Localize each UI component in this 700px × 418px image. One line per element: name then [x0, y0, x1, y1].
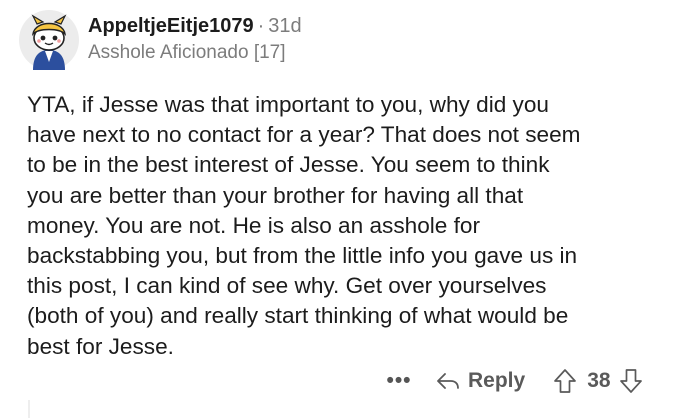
comment-body-line: money. You are not. He is also an asshol…	[27, 212, 480, 238]
downvote-arrow-icon[interactable]	[619, 368, 643, 394]
thread-line[interactable]	[28, 400, 30, 418]
reply-arrow-icon	[437, 373, 459, 389]
upvote-arrow-icon[interactable]	[553, 368, 577, 394]
avatar[interactable]	[19, 10, 79, 70]
comment-body-line: backstabbing you, but from the little in…	[27, 243, 578, 269]
comment-meta: AppeltjeEitje1079 · 31d Asshole Aficionado…	[88, 14, 302, 64]
comment-body: YTA, if Jesse was that important to you,…	[27, 90, 677, 362]
comment-body-line: to be in the best interest of Jesse. You…	[27, 152, 550, 178]
user-flair: Asshole Aficionado [17]	[88, 42, 286, 63]
comment-action-bar: ••• Reply 38	[384, 364, 643, 398]
comment-body-line: you are better than your brother for hav…	[27, 182, 524, 208]
comment-body-line: YTA, if Jesse was that important to you,…	[27, 92, 549, 117]
vote-controls: 38	[553, 368, 642, 394]
comment-body-line: have next to no contact for a year? That…	[27, 122, 581, 148]
comment-body-line: (both of you) and really start thinking …	[27, 303, 569, 329]
username-link[interactable]: AppeltjeEitje1079	[88, 15, 254, 37]
comment-age: 31d	[268, 15, 302, 37]
snoo-avatar-icon	[19, 10, 79, 70]
comment-body-line: best for Jesse.	[27, 333, 174, 359]
comment-header: AppeltjeEitje1079 · 31d	[88, 14, 302, 38]
reply-button[interactable]: Reply	[436, 369, 525, 393]
meta-separator: ·	[257, 15, 265, 37]
comment-body-line: this post, I can kind of see why. Get ov…	[27, 273, 547, 299]
reply-label: Reply	[468, 369, 526, 392]
vote-score: 38	[587, 369, 611, 392]
more-options-button[interactable]: •••	[384, 366, 414, 396]
